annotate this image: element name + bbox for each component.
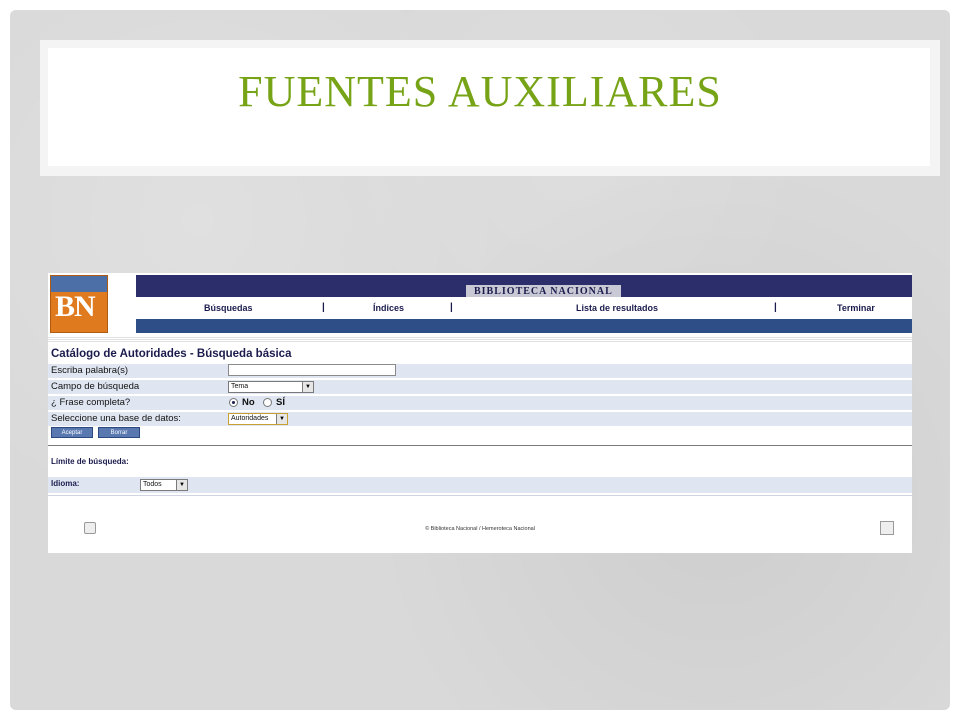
phrase-yes-radio[interactable] bbox=[263, 398, 272, 407]
database-label: Seleccione una base de datos: bbox=[51, 413, 181, 424]
bn-logo: BN bbox=[50, 275, 108, 333]
nav-menu: Búsquedas | Índices | Lista de resultado… bbox=[136, 297, 912, 319]
limit-title: Límite de búsqueda: bbox=[51, 457, 129, 466]
catalog-screenshot: BN BIBLIOTECA NACIONAL Búsquedas | Índic… bbox=[48, 273, 912, 553]
language-select[interactable]: Todos ▼ bbox=[140, 479, 188, 491]
database-select[interactable]: Autoridades ▼ bbox=[228, 413, 288, 425]
nav-indices[interactable]: Índices bbox=[373, 303, 404, 313]
nav-separator: | bbox=[774, 302, 777, 313]
nav-lista-resultados[interactable]: Lista de resultados bbox=[576, 303, 658, 313]
row-language: Idioma: Todos ▼ bbox=[48, 477, 912, 493]
row-field: Campo de búsqueda Tema ▼ bbox=[48, 379, 912, 394]
row-phrase: ¿ Frase completa? No SÍ bbox=[48, 395, 912, 410]
field-label: Campo de búsqueda bbox=[51, 381, 140, 392]
nav-lower-bar bbox=[136, 319, 912, 333]
logo-text: BN bbox=[55, 290, 96, 323]
nav-separator: | bbox=[322, 302, 325, 313]
database-select-value: Autoridades bbox=[231, 415, 269, 422]
phrase-yes-label: SÍ bbox=[276, 397, 285, 408]
language-select-value: Todos bbox=[143, 481, 162, 488]
section-divider bbox=[48, 445, 912, 446]
nav-separator: | bbox=[450, 302, 453, 313]
nav-terminar[interactable]: Terminar bbox=[837, 303, 875, 313]
footer-copyright: © Biblioteca Nacional / Hemeroteca Nacio… bbox=[425, 526, 535, 532]
row-database: Seleccione una base de datos: Autoridade… bbox=[48, 411, 912, 426]
divider-stripe bbox=[48, 337, 912, 343]
chevron-down-icon: ▼ bbox=[176, 480, 187, 490]
nav-busquedas[interactable]: Búsquedas bbox=[204, 303, 253, 313]
field-select[interactable]: Tema ▼ bbox=[228, 381, 314, 393]
chevron-down-icon: ▼ bbox=[276, 414, 287, 424]
form-title: Catálogo de Autoridades - Búsqueda básic… bbox=[51, 348, 292, 360]
footer-divider bbox=[48, 495, 912, 496]
slide-title: FUENTES AUXILIARES bbox=[238, 67, 722, 116]
iib-logo-icon bbox=[880, 521, 894, 535]
row-word: Escriba palabra(s) bbox=[48, 363, 912, 378]
field-select-value: Tema bbox=[231, 383, 249, 390]
chevron-down-icon: ▼ bbox=[302, 382, 313, 392]
phrase-no-radio[interactable] bbox=[229, 398, 238, 407]
language-label: Idioma: bbox=[51, 479, 80, 488]
word-input[interactable] bbox=[228, 364, 396, 376]
accept-button[interactable]: Aceptar bbox=[51, 427, 93, 438]
phrase-no-label: No bbox=[242, 397, 255, 408]
phrase-label: ¿ Frase completa? bbox=[51, 397, 131, 408]
header-bar: BIBLIOTECA NACIONAL bbox=[136, 275, 912, 299]
clear-button[interactable]: Borrar bbox=[98, 427, 140, 438]
word-label: Escriba palabra(s) bbox=[51, 365, 129, 376]
